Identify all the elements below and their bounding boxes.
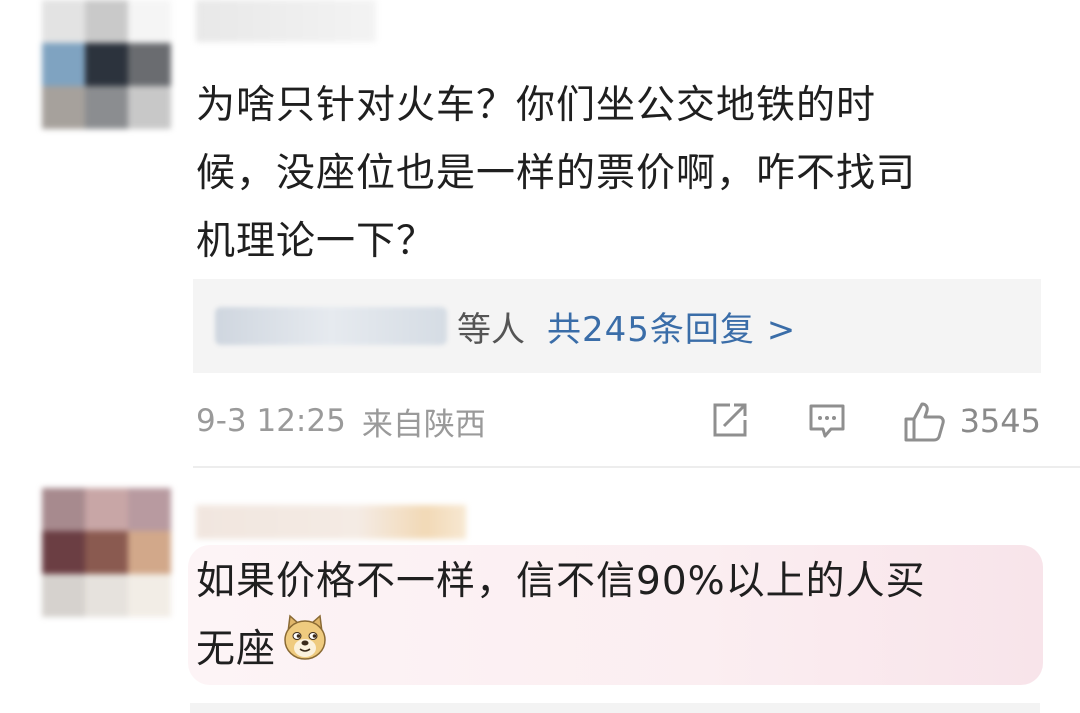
replies-preview[interactable]: 等人 共245条回复 > <box>193 279 1041 373</box>
reply-user-names[interactable] <box>215 307 447 345</box>
avatar[interactable] <box>42 488 171 617</box>
comment-icon[interactable] <box>806 400 848 442</box>
comment-meta: 9-3 12:25 来自陕西 3545 <box>196 396 1041 446</box>
replies-suffix: 等人 <box>457 309 525 350</box>
avatar[interactable] <box>42 0 171 129</box>
timestamp: 9-3 12:25 <box>196 403 346 439</box>
share-icon[interactable] <box>708 400 750 442</box>
like-icon[interactable] <box>902 400 945 442</box>
doge-emoji-icon <box>280 612 330 684</box>
username[interactable] <box>196 0 376 42</box>
comment-text: 如果价格不一样，信不信90%以上的人买 无座 <box>196 548 1036 684</box>
divider <box>193 466 1080 468</box>
comment-text: 为啥只针对火车？你们坐公交地铁的时 候，没座位也是一样的票价啊，咋不找司 机理论… <box>196 83 917 264</box>
username[interactable] <box>196 505 466 539</box>
next-comment-edge <box>190 703 1040 713</box>
view-replies-link[interactable]: 共245条回复 > <box>547 302 796 351</box>
like-count: 3545 <box>959 402 1041 440</box>
location: 来自陕西 <box>361 406 486 443</box>
